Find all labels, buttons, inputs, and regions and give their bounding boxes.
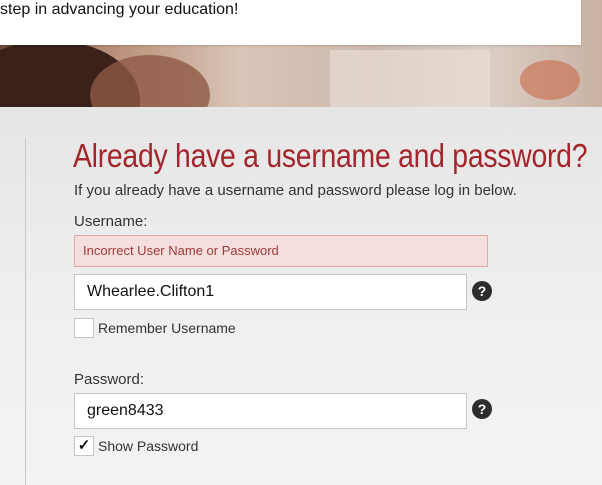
hero-text-card: step in advancing your education! — [0, 0, 581, 45]
hero-banner: step in advancing your education! — [0, 0, 602, 107]
username-label: Username: — [74, 213, 148, 230]
section-divider — [25, 138, 26, 485]
hero-text: step in advancing your education! — [0, 1, 239, 18]
password-input[interactable]: green8433 — [74, 393, 467, 429]
password-label: Password: — [74, 371, 145, 388]
login-section: Already have a username and password? If… — [0, 107, 602, 485]
username-input[interactable]: Whearlee.Clifton1 — [74, 274, 467, 310]
hero-photo-shape — [520, 60, 580, 100]
show-password-checkbox[interactable]: ✓ — [74, 436, 94, 456]
question-circle-icon[interactable]: ? — [472, 281, 492, 301]
login-title: Already have a username and password? — [73, 137, 588, 174]
remember-username-label[interactable]: Remember Username — [98, 320, 236, 336]
error-message: Incorrect User Name or Password — [74, 235, 488, 267]
hero-photo-shape — [330, 50, 490, 107]
show-password-label[interactable]: Show Password — [98, 438, 198, 454]
checkmark-icon: ✓ — [77, 437, 91, 454]
question-circle-icon[interactable]: ? — [472, 399, 492, 419]
remember-username-checkbox[interactable] — [74, 318, 94, 338]
login-subtitle: If you already have a username and passw… — [74, 182, 517, 199]
